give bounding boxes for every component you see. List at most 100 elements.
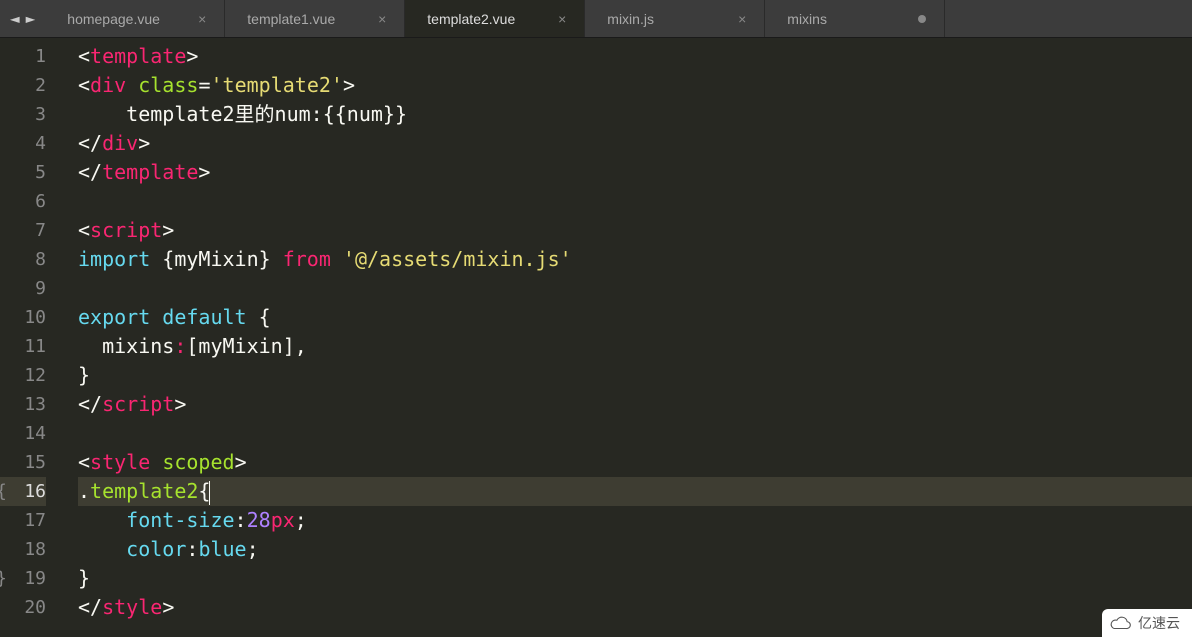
code-line[interactable]: mixins:[myMixin], <box>78 332 1192 361</box>
token: > <box>186 44 198 68</box>
line-number: 9 <box>0 274 46 303</box>
token: ; <box>295 508 307 532</box>
code-line[interactable]: color:blue; <box>78 535 1192 564</box>
token: script <box>90 218 162 242</box>
token: = <box>198 73 210 97</box>
code-line[interactable] <box>78 419 1192 448</box>
back-arrow-icon[interactable]: ◄ <box>10 9 20 28</box>
code-line[interactable]: font-size:28px; <box>78 506 1192 535</box>
token: div <box>102 131 138 155</box>
code-line[interactable]: .template2{ <box>78 477 1192 506</box>
code-line[interactable]: <style scoped> <box>78 448 1192 477</box>
token: scoped <box>162 450 234 474</box>
line-number: 12 <box>0 361 46 390</box>
code-line[interactable]: </script> <box>78 390 1192 419</box>
tab-homepage-vue[interactable]: homepage.vue× <box>45 0 225 37</box>
token: style <box>90 450 150 474</box>
token: [myMixin], <box>186 334 306 358</box>
token: : <box>174 334 186 358</box>
token: > <box>343 73 355 97</box>
token: </ <box>78 392 102 416</box>
token: class <box>138 73 198 97</box>
tab-mixins[interactable]: mixins <box>765 0 945 37</box>
code-line[interactable]: template2里的num:{{num}} <box>78 100 1192 129</box>
tab-label: template2.vue <box>427 11 515 27</box>
code-line[interactable]: </template> <box>78 158 1192 187</box>
watermark-text: 亿速云 <box>1138 613 1180 633</box>
token <box>331 247 343 271</box>
forward-arrow-icon[interactable]: ► <box>26 9 36 28</box>
token: </ <box>78 595 102 619</box>
token <box>150 450 162 474</box>
line-number: 13 <box>0 390 46 419</box>
line-number: 17 <box>0 506 46 535</box>
token: } <box>78 363 90 387</box>
line-gutter: 12345678910111213141516{171819}20 <box>0 38 60 637</box>
code-line[interactable]: <script> <box>78 216 1192 245</box>
code-line[interactable]: export default { <box>78 303 1192 332</box>
token: : <box>186 537 198 561</box>
fold-open-icon[interactable]: { <box>0 477 7 506</box>
token: > <box>235 450 247 474</box>
tab-bar: ◄ ► homepage.vue×template1.vue×template2… <box>0 0 1192 38</box>
tab-label: mixins <box>787 11 827 27</box>
token: template2 <box>90 479 198 503</box>
token: 'template2' <box>210 73 342 97</box>
token: < <box>78 218 90 242</box>
code-line[interactable] <box>78 187 1192 216</box>
fold-close-icon[interactable]: } <box>0 564 7 593</box>
token: < <box>78 450 90 474</box>
code-line[interactable]: } <box>78 564 1192 593</box>
token: template2里的num:{{num}} <box>78 102 407 126</box>
token: {myMixin} <box>150 247 282 271</box>
token: style <box>102 595 162 619</box>
tab-mixin-js[interactable]: mixin.js× <box>585 0 765 37</box>
code-line[interactable] <box>78 274 1192 303</box>
token: default <box>162 305 246 329</box>
line-number: 1 <box>0 42 46 71</box>
close-icon[interactable]: × <box>378 11 386 27</box>
text-cursor <box>209 481 210 505</box>
token: > <box>138 131 150 155</box>
code-line[interactable]: import {myMixin} from '@/assets/mixin.js… <box>78 245 1192 274</box>
code-line[interactable]: } <box>78 361 1192 390</box>
tab-template2-vue[interactable]: template2.vue × <box>405 0 585 37</box>
cloud-icon <box>1110 615 1132 631</box>
token <box>78 537 126 561</box>
token: export <box>78 305 150 329</box>
code-area[interactable]: <template><div class='template2'> templa… <box>60 38 1192 637</box>
code-line[interactable]: </style> <box>78 593 1192 622</box>
code-line[interactable]: <template> <box>78 42 1192 71</box>
line-number: 6 <box>0 187 46 216</box>
line-number: 8 <box>0 245 46 274</box>
token: script <box>102 392 174 416</box>
line-number: 16{ <box>0 477 46 506</box>
close-icon[interactable]: × <box>738 11 746 27</box>
code-line[interactable]: <div class='template2'> <box>78 71 1192 100</box>
watermark-badge: 亿速云 <box>1102 609 1192 637</box>
token: 28 <box>247 508 271 532</box>
token: . <box>78 479 90 503</box>
token: font-size <box>126 508 234 532</box>
token: > <box>174 392 186 416</box>
token: blue <box>198 537 246 561</box>
token: mixins <box>78 334 174 358</box>
token: > <box>162 218 174 242</box>
line-number: 19} <box>0 564 46 593</box>
close-icon[interactable]: × <box>198 11 206 27</box>
close-icon[interactable]: × <box>558 11 566 27</box>
token: > <box>162 595 174 619</box>
token: > <box>198 160 210 184</box>
token: } <box>78 566 90 590</box>
token: : <box>235 508 247 532</box>
token: < <box>78 73 90 97</box>
code-editor[interactable]: 12345678910111213141516{171819}20 <templ… <box>0 38 1192 637</box>
token <box>150 305 162 329</box>
line-number: 11 <box>0 332 46 361</box>
token: < <box>78 44 90 68</box>
token <box>78 508 126 532</box>
token: from <box>283 247 331 271</box>
tab-template1-vue[interactable]: template1.vue× <box>225 0 405 37</box>
line-number: 15 <box>0 448 46 477</box>
code-line[interactable]: </div> <box>78 129 1192 158</box>
